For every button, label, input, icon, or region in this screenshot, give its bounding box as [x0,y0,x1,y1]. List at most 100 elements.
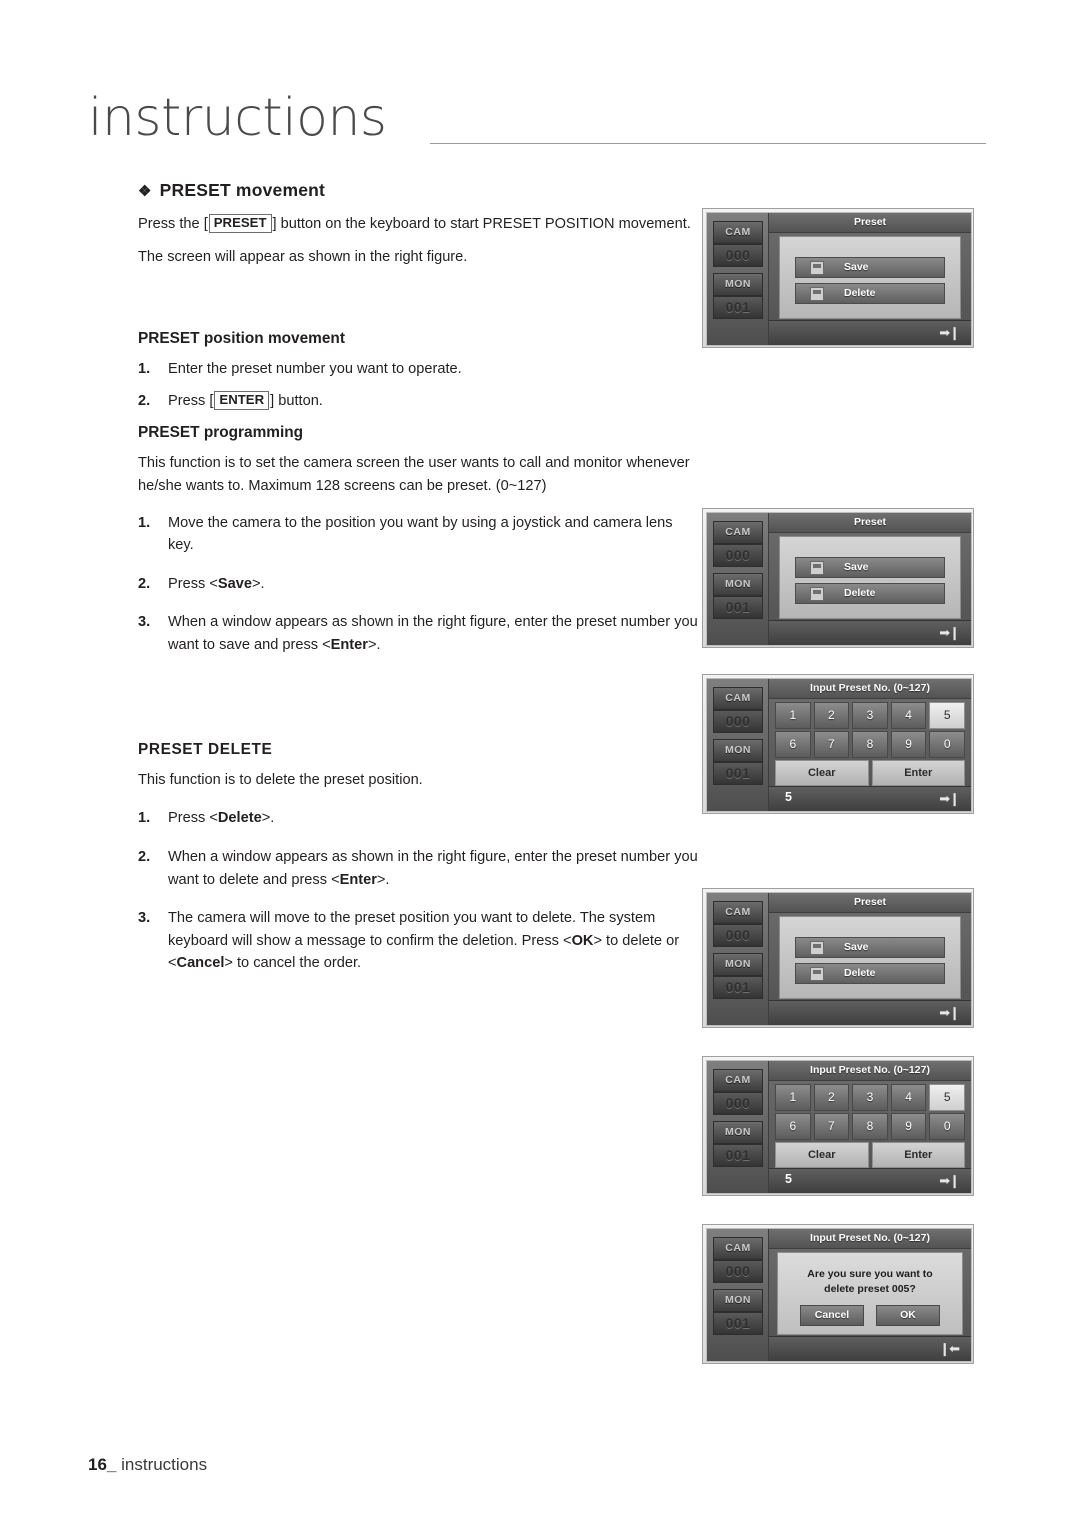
cam-value: 000 [713,544,763,567]
page-title: instructions [88,88,387,148]
status-bar: 5 ➡❙ [769,786,971,811]
key-3[interactable]: 3 [852,1084,888,1111]
screen-title: Input Preset No. (0~127) [769,679,971,699]
inline-enter-label: Enter [330,637,368,654]
inline-ok-label: OK [571,932,594,949]
device-rail: CAM 000 MON 001 [707,679,769,811]
step-text-post: >. [367,637,381,654]
confirm-message-line2: delete preset 005? [824,1283,916,1296]
key-0[interactable]: 0 [929,1113,965,1140]
status-bar: ➡❙ [769,620,971,645]
key-1[interactable]: 1 [775,1084,811,1111]
cancel-button[interactable]: Cancel [800,1305,864,1326]
inline-save-label: Save [217,575,252,592]
step-text-pre: Press < [168,810,218,827]
enter-button[interactable]: Enter [871,760,965,786]
mon-label: MON [713,739,763,762]
inline-cancel-label: Cancel [176,955,225,972]
save-button[interactable]: Save [795,557,945,578]
cam-label: CAM [713,1237,763,1260]
delete-button[interactable]: Delete [795,583,945,604]
cam-value: 000 [713,710,763,733]
key-7[interactable]: 7 [813,1113,850,1140]
footer-label: instructions [121,1455,208,1474]
key-2[interactable]: 2 [813,1084,850,1111]
page-footer: 16_ instructions [88,1455,207,1475]
cam-value: 000 [713,924,763,947]
arrow-right-icon: ➡❙ [939,1173,960,1188]
mon-value: 001 [713,596,763,619]
programming-paragraph: This function is to set the camera scree… [138,455,690,495]
content-column: ❖ PRESET movement Press the [PRESET] butt… [138,180,698,984]
delete-steps: 1. Press <Delete>. 2. When a window appe… [138,807,698,975]
keypad-row-2: 6 7 8 9 0 [775,1113,965,1140]
key-6[interactable]: 6 [775,731,811,758]
enter-button[interactable]: Enter [871,1142,965,1168]
mon-label: MON [713,953,763,976]
key-0[interactable]: 0 [929,731,965,758]
step-number: 3. [138,614,151,631]
arrow-right-icon: ➡❙ [939,325,960,340]
page-title-block: instructions [88,92,988,144]
delete-button[interactable]: Delete [795,963,945,984]
preset-panel: Save Delete [779,916,961,999]
screen-title: Input Preset No. (0~127) [769,1061,971,1081]
key-4[interactable]: 4 [890,1084,927,1111]
delete-button[interactable]: Delete [795,283,945,304]
key-8[interactable]: 8 [852,1113,888,1140]
screen-title: Preset [769,213,971,233]
key-5[interactable]: 5 [929,702,965,729]
key-2[interactable]: 2 [813,702,850,729]
key-3[interactable]: 3 [852,702,888,729]
keypad-row-3: Clear Enter [775,1142,965,1168]
numeric-keypad: 1 2 3 4 5 6 7 8 9 0 Clear Enter [769,1080,971,1169]
mon-label: MON [713,573,763,596]
key-5[interactable]: 5 [929,1084,965,1111]
inline-delete-label: Delete [217,810,262,827]
preset-panel: Save Delete [779,236,961,319]
figure-inner: CAM 000 MON 001 Preset Save Delete ➡❙ [706,212,972,346]
key-6[interactable]: 6 [775,1113,811,1140]
clear-button[interactable]: Clear [775,1142,869,1168]
save-button-label: Save [844,941,869,953]
screen-title: Preset [769,893,971,913]
key-8[interactable]: 8 [852,731,888,758]
page-number: 16_ [88,1455,117,1474]
mon-label: MON [713,1121,763,1144]
key-1[interactable]: 1 [775,702,811,729]
device-rail: CAM 000 MON 001 [707,1061,769,1193]
status-preset-value: 5 [785,1172,792,1186]
clear-button[interactable]: Clear [775,760,869,786]
key-9[interactable]: 9 [890,1113,927,1140]
step-number: 3. [138,910,151,927]
save-button[interactable]: Save [795,937,945,958]
step-number: 2. [138,848,151,865]
cam-value: 000 [713,1092,763,1115]
figure-confirm-dialog: CAM 000 MON 001 Input Preset No. (0~127)… [702,1224,974,1364]
key-preset: PRESET [208,214,272,233]
subheading-position-movement: PRESET position movement [138,330,345,348]
screen-title: Input Preset No. (0~127) [769,1229,971,1249]
subheading-preset-delete: PRESET DELETE [138,740,273,758]
mon-value: 001 [713,976,763,999]
figure-inner: CAM 000 MON 001 Preset Save Delete ➡❙ [706,892,972,1026]
key-4[interactable]: 4 [890,702,927,729]
delete-button-label: Delete [844,967,876,979]
status-bar: ➡❙ [769,320,971,345]
save-button-label: Save [844,261,869,273]
key-9[interactable]: 9 [890,731,927,758]
status-bar: ❙⬅ [769,1336,971,1361]
mon-label: MON [713,273,763,296]
floppy-disk-icon [810,561,824,575]
save-button[interactable]: Save [795,257,945,278]
confirm-message-line1: Are you sure you want to [807,1268,933,1280]
key-7[interactable]: 7 [813,731,850,758]
status-bar: 5 ➡❙ [769,1168,971,1193]
delete-paragraph: This function is to delete the preset po… [138,771,423,788]
ok-button[interactable]: OK [876,1305,940,1326]
mon-label: MON [713,1289,763,1312]
list-item: 2. Press [ENTER] button. [138,390,698,413]
figure-keypad-2: CAM 000 MON 001 Input Preset No. (0~127)… [702,1056,974,1196]
list-item: 3. When a window appears as shown in the… [138,611,698,656]
delete-button-label: Delete [844,587,876,599]
